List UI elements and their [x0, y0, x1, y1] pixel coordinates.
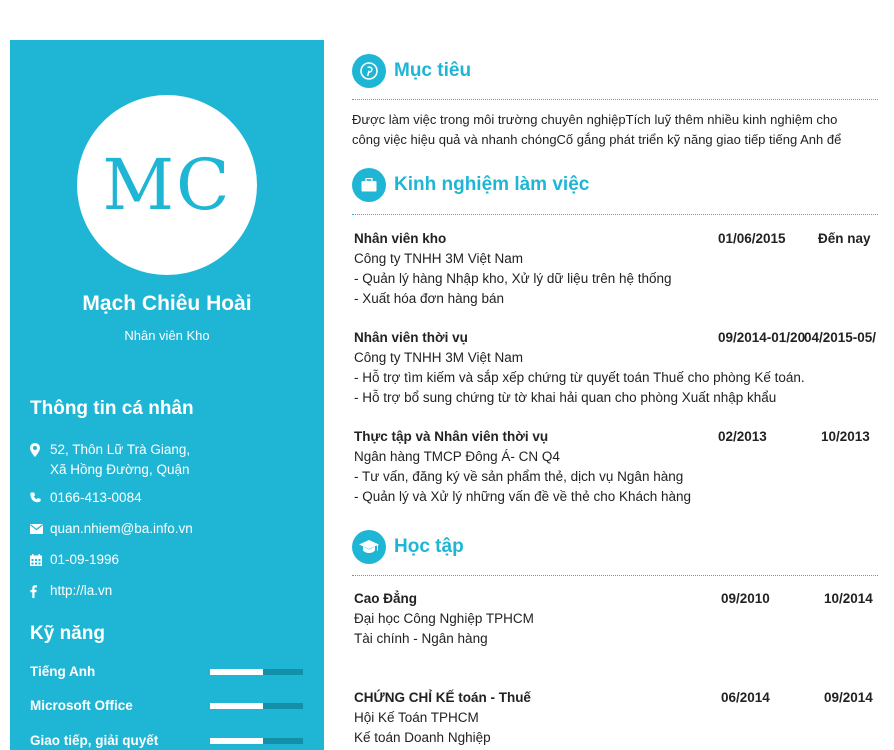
job-duty: - Tư vấn, đăng ký về sản phẩm thẻ, dịch …: [354, 469, 684, 484]
education-divider: [352, 575, 878, 576]
objective-line-2: công việc hiệu quả và nhanh chóngCố gắng…: [352, 132, 842, 147]
phone-icon: [30, 488, 48, 508]
address-line-1: 52, Thôn Lữ Trà Giang,: [50, 442, 191, 457]
skill-row-2: Microsoft Office: [30, 696, 304, 716]
avatar-initials: MC: [102, 144, 232, 226]
sidebar: MC Mạch Chiêu Hoài Nhân viên Kho Thông t…: [10, 40, 324, 750]
skill-row-1: Tiếng Anh: [30, 662, 304, 682]
degree-title: CHỨNG CHỈ KẾ toán - Thuế: [354, 690, 531, 705]
website-link[interactable]: http://la.vn: [50, 581, 112, 601]
experience-title: Kinh nghiệm làm việc: [394, 174, 590, 195]
skill-bar-fill: [210, 738, 263, 744]
job-duty: - Hỗ trợ tìm kiếm và sắp xếp chứng từ qu…: [354, 370, 805, 385]
objective-header: Mục tiêu: [352, 54, 471, 88]
degree-title: Cao Đẳng: [354, 591, 418, 606]
profile-name: Mạch Chiêu Hoài: [82, 292, 252, 315]
job-start-date: 01/06/2015: [718, 231, 786, 246]
experience-item-2: Nhân viên thời vụ 09/2014-01/20 04/2015-…: [354, 328, 894, 408]
skill-bar: [210, 669, 303, 675]
phone-value: 0166-413-0084: [50, 490, 142, 505]
job-duty: - Hỗ trợ bổ sung chứng từ tờ khai hải qu…: [354, 390, 777, 405]
briefcase-icon: [352, 168, 386, 202]
personal-info-heading: Thông tin cá nhân: [30, 398, 194, 419]
edu-start-date: 09/2010: [721, 591, 770, 606]
job-duty: - Xuất hóa đơn hàng bán: [354, 291, 504, 306]
skill-row-3: Giao tiếp, giải quyết: [30, 731, 304, 750]
profile-role: Nhân viên Kho: [124, 328, 210, 343]
job-duty: - Quản lý hàng Nhập kho, Xử lý dữ liệu t…: [354, 271, 672, 286]
job-end-date: Đến nay: [818, 231, 871, 246]
job-start-date: 09/2014-01/20: [718, 330, 806, 345]
website-row: http://la.vn: [30, 581, 112, 601]
job-end-date: 10/2013: [821, 429, 870, 444]
phone-row: 0166-413-0084: [30, 488, 142, 508]
skill-label: Microsoft Office: [30, 698, 133, 713]
birthday-row: 01-09-1996: [30, 550, 119, 570]
edu-end-date: 09/2014: [824, 690, 873, 705]
objective-title: Mục tiêu: [394, 60, 472, 81]
experience-header: Kinh nghiệm làm việc: [352, 168, 589, 202]
graduation-cap-icon: [352, 530, 386, 564]
education-title: Học tập: [394, 536, 464, 557]
job-title: Thực tập và Nhân viên thời vụ: [354, 429, 549, 444]
edu-major: Kế toán Doanh Nghiệp: [354, 730, 491, 745]
objective-divider: [352, 99, 878, 100]
experience-item-3: Thực tập và Nhân viên thời vụ 02/2013 10…: [354, 427, 894, 507]
skill-bar-fill: [210, 669, 263, 675]
email-row: quan.nhiem@ba.info.vn: [30, 519, 193, 539]
edu-major: Tài chính - Ngân hàng: [354, 631, 488, 646]
skill-bar: [210, 738, 303, 744]
skill-bar-fill: [210, 703, 263, 709]
education-header: Học tập: [352, 530, 464, 564]
edu-start-date: 06/2014: [721, 690, 770, 705]
edu-end-date: 10/2014: [824, 591, 873, 606]
edu-school: Đại học Công Nghiệp TPHCM: [354, 611, 534, 626]
experience-item-1: Nhân viên kho 01/06/2015 Đến nay Công ty…: [354, 229, 894, 309]
skills-heading: Kỹ năng: [30, 623, 105, 644]
address-row: 52, Thôn Lữ Trà Giang, Xã Hồng Đường, Qu…: [30, 440, 190, 480]
objective-line-1: Được làm việc trong môi trường chuyên ng…: [352, 112, 838, 127]
job-company: Ngân hàng TMCP Đông Á- CN Q4: [354, 449, 560, 464]
map-pin-icon: [30, 440, 48, 460]
education-item-2: CHỨNG CHỈ KẾ toán - Thuế 06/2014 09/2014…: [354, 688, 894, 748]
avatar: MC: [77, 95, 257, 275]
job-start-date: 02/2013: [718, 429, 767, 444]
main-content: Mục tiêu Được làm việc trong môi trường …: [352, 0, 894, 750]
job-company: Công ty TNHH 3M Việt Nam: [354, 251, 524, 266]
envelope-icon: [30, 519, 48, 539]
job-duty: - Quản lý và Xử lý những vấn đề về thẻ c…: [354, 489, 692, 504]
pinterest-icon: [352, 54, 386, 88]
skill-label: Tiếng Anh: [30, 664, 96, 679]
calendar-icon: [30, 550, 48, 570]
skill-bar: [210, 703, 303, 709]
edu-school: Hội Kế Toán TPHCM: [354, 710, 479, 725]
skill-label: Giao tiếp, giải quyết: [30, 733, 159, 748]
job-end-date: 04/2015-05/2015: [804, 330, 876, 345]
experience-divider: [352, 214, 878, 215]
birthday-value: 01-09-1996: [50, 552, 120, 567]
address-line-2: Xã Hồng Đường, Quận: [50, 462, 190, 477]
facebook-icon: [30, 581, 48, 601]
education-item-1: Cao Đẳng 09/2010 10/2014 Đại học Công Ng…: [354, 589, 894, 649]
job-company: Công ty TNHH 3M Việt Nam: [354, 350, 524, 365]
email-value[interactable]: quan.nhiem@ba.info.vn: [50, 519, 193, 539]
